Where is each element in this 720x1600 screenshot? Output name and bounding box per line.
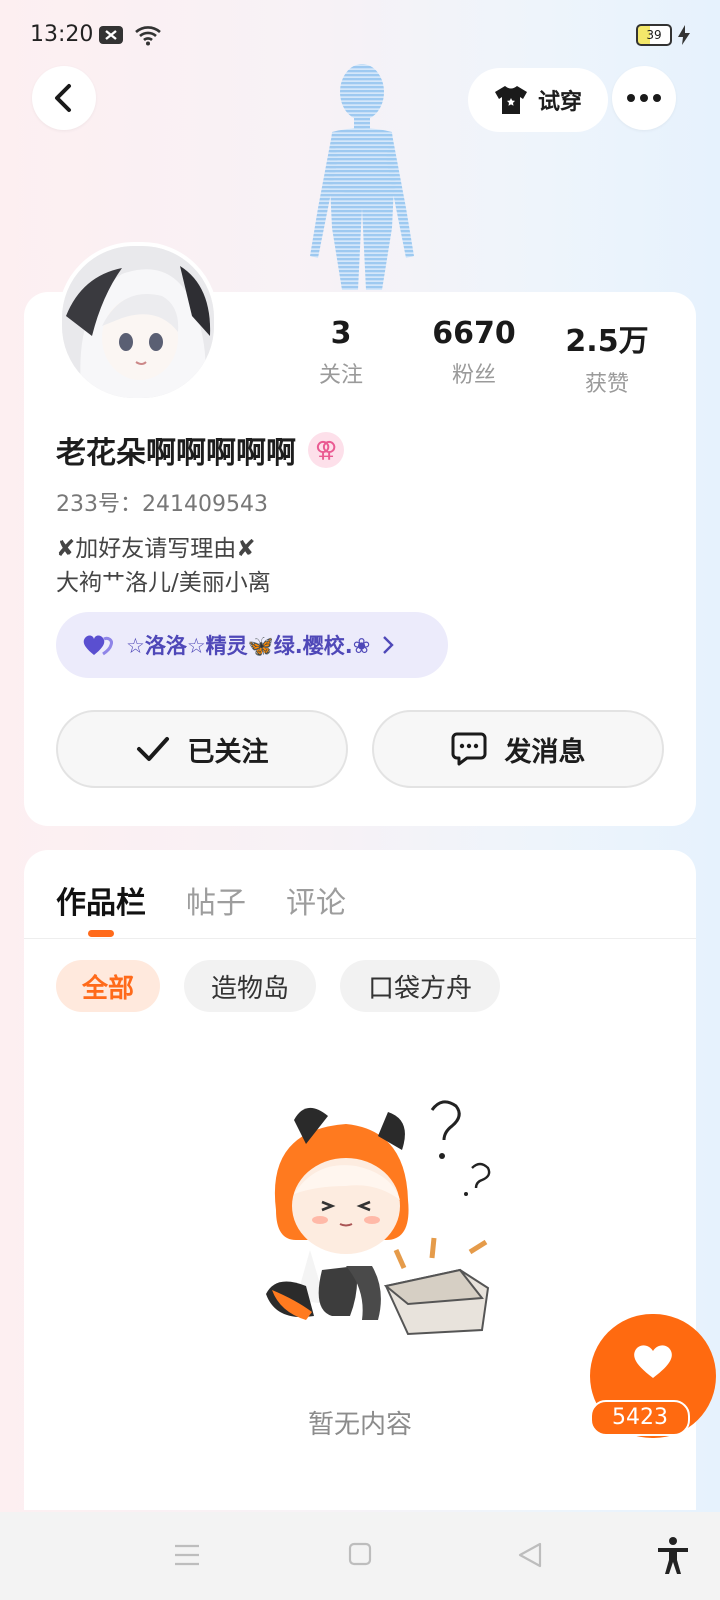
group-pill[interactable]: ☆洛洛☆精灵🦋绿.樱校.❀ bbox=[56, 612, 448, 678]
filter-creation-island[interactable]: 造物岛 bbox=[184, 960, 316, 1012]
message-button[interactable]: 发消息 bbox=[372, 710, 664, 788]
follow-button[interactable]: 已关注 bbox=[56, 710, 348, 788]
stat-following-label: 关注 bbox=[318, 363, 363, 388]
back-button[interactable] bbox=[32, 66, 96, 130]
check-icon bbox=[136, 737, 169, 761]
charging-icon bbox=[678, 25, 690, 45]
notification-icon bbox=[99, 26, 123, 44]
stat-following-value: 3 bbox=[330, 316, 352, 351]
back-arrow-icon bbox=[55, 84, 71, 112]
home-icon[interactable] bbox=[348, 1542, 372, 1566]
bio-line: ✘加好友请写理由✘ bbox=[56, 536, 256, 562]
stat-fans-label: 粉丝 bbox=[451, 363, 496, 388]
chat-bubble-icon bbox=[451, 732, 486, 766]
try-on-label: 试穿 bbox=[537, 90, 582, 115]
heart-icon bbox=[634, 1345, 672, 1378]
tab-comments[interactable]: 评论 bbox=[286, 878, 346, 922]
wifi-icon bbox=[135, 26, 161, 46]
hearts-icon bbox=[83, 635, 113, 656]
stat-likes[interactable]: 2.5万 获赞 bbox=[542, 316, 672, 398]
stat-following[interactable]: 3 关注 bbox=[276, 316, 406, 389]
bio-line: 大袧艹洛儿/美丽小离 bbox=[56, 570, 271, 596]
accessibility-icon[interactable] bbox=[656, 1536, 690, 1574]
chevron-right-icon bbox=[383, 636, 395, 654]
filter-all[interactable]: 全部 bbox=[56, 960, 160, 1012]
tab-posts[interactable]: 帖子 bbox=[186, 878, 246, 922]
try-on-button[interactable]: 试穿 bbox=[468, 68, 608, 132]
empty-state-illustration bbox=[266, 1100, 491, 1336]
filter-pocket-ark[interactable]: 口袋方舟 bbox=[340, 960, 500, 1012]
bio: ✘加好友请写理由✘ 大袧艹洛儿/美丽小离 bbox=[56, 532, 271, 600]
stat-likes-value: 2.5万 bbox=[565, 324, 649, 359]
more-dots-icon bbox=[627, 94, 661, 102]
avatar-figure bbox=[310, 64, 414, 290]
tab-divider bbox=[24, 938, 696, 939]
avatar-illustration bbox=[62, 246, 214, 398]
like-count: 5423 bbox=[590, 1400, 690, 1436]
message-label: 发消息 bbox=[504, 736, 586, 768]
back-nav-icon[interactable] bbox=[518, 1542, 542, 1568]
active-tab-indicator bbox=[88, 930, 114, 937]
stat-fans[interactable]: 6670 粉丝 bbox=[409, 316, 539, 389]
user-id[interactable]: 233号：241409543 bbox=[56, 486, 268, 518]
group-label: ☆洛洛☆精灵🦋绿.樱校.❀ bbox=[126, 634, 371, 658]
tshirt-icon bbox=[494, 86, 527, 114]
follow-label: 已关注 bbox=[187, 736, 269, 768]
menu-icon[interactable] bbox=[174, 1544, 200, 1566]
username: 老花朵啊啊啊啊啊 bbox=[56, 436, 296, 471]
status-icons bbox=[98, 24, 162, 46]
gender-badge-icon: ⚢ bbox=[308, 432, 344, 468]
status-time: 13:20 bbox=[30, 22, 94, 47]
stat-likes-label: 获赞 bbox=[584, 372, 629, 397]
stat-fans-value: 6670 bbox=[432, 316, 516, 351]
avatar[interactable] bbox=[58, 242, 218, 402]
username-row: 老花朵啊啊啊啊啊 ⚢ bbox=[56, 428, 344, 472]
tab-works[interactable]: 作品栏 bbox=[56, 878, 146, 922]
more-button[interactable] bbox=[612, 66, 676, 130]
battery-level: 39 bbox=[636, 24, 672, 46]
battery-indicator: 39 bbox=[636, 24, 690, 46]
